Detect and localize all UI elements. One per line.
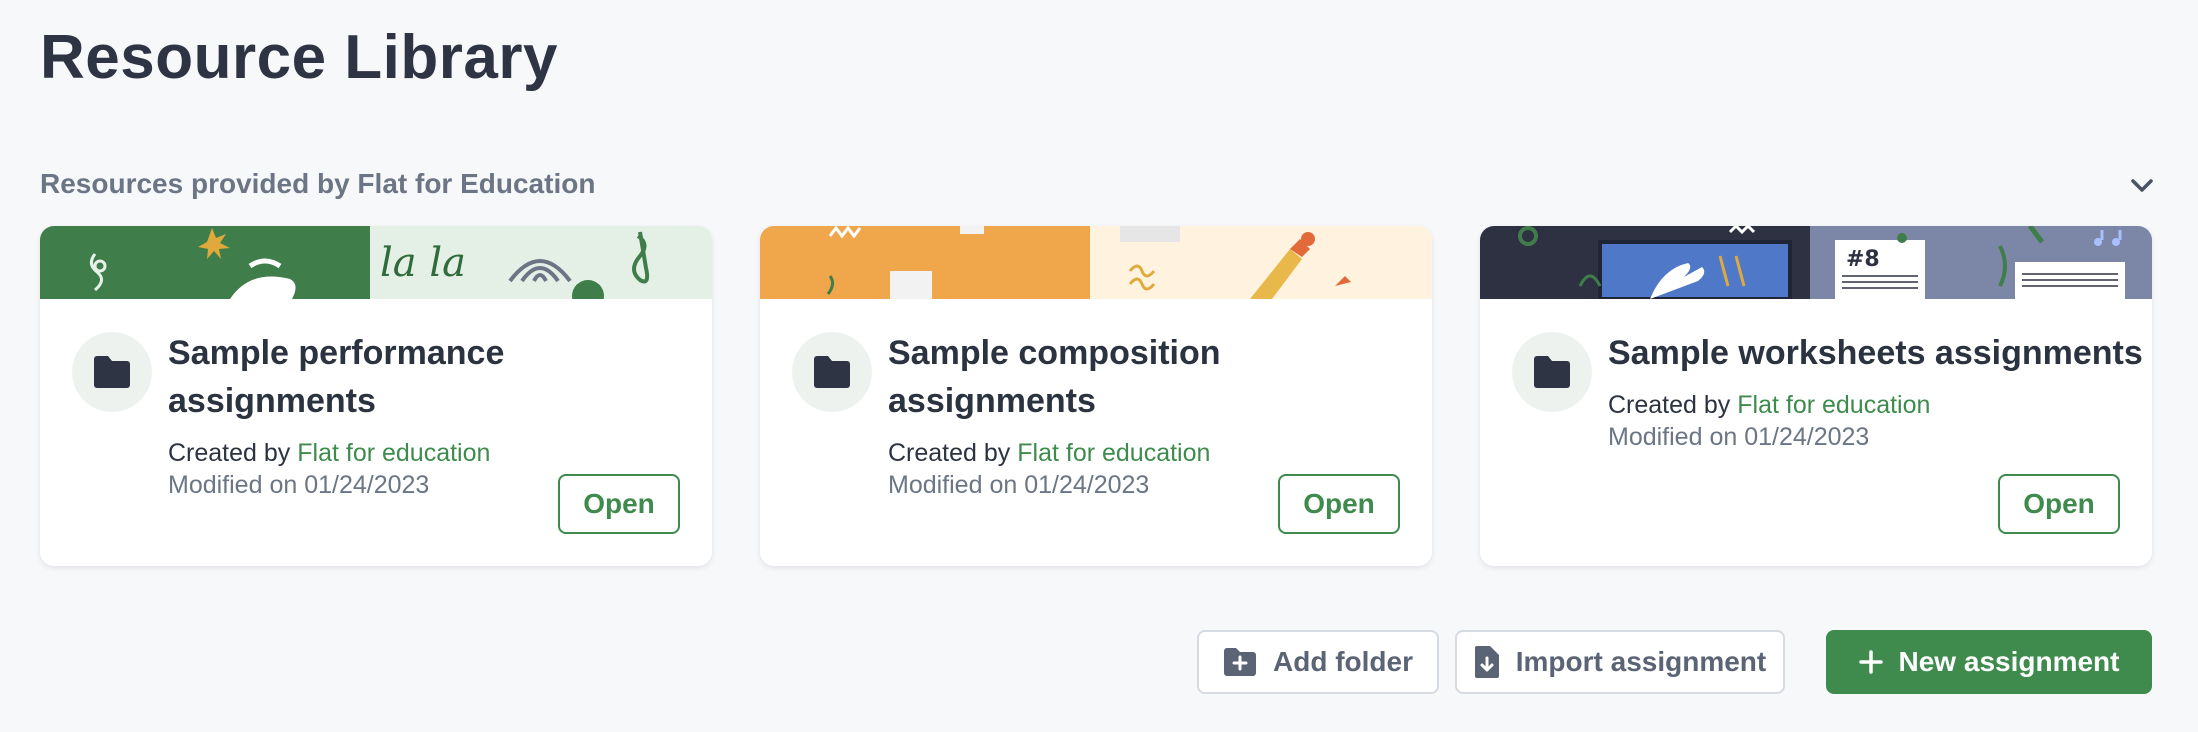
banner-text: la la	[380, 240, 466, 286]
card-banner-illustration	[760, 226, 1432, 299]
folder-icon	[1534, 356, 1570, 388]
created-by-label: Created by	[168, 439, 291, 467]
created-by-label: Created by	[1608, 391, 1731, 419]
created-by-label: Created by	[888, 439, 1011, 467]
card-created-by: Created by Flat for education	[1608, 389, 1930, 421]
new-assignment-label: New assignment	[1898, 646, 2120, 677]
folder-badge	[72, 332, 152, 412]
card-modified-date: Modified on 01/24/2023	[1608, 423, 1870, 451]
section-title: Resources provided by Flat for Education	[40, 168, 596, 199]
open-button[interactable]: Open	[558, 474, 680, 534]
add-folder-button[interactable]: Add folder	[1197, 630, 1439, 694]
add-folder-label: Add folder	[1273, 646, 1413, 677]
add-folder-icon	[1223, 647, 1257, 677]
resource-card: la la Sample performance assignments Cre…	[40, 226, 712, 566]
card-modified-date: Modified on 01/24/2023	[168, 471, 430, 499]
card-banner-illustration: #8	[1480, 226, 2152, 299]
card-title[interactable]: Sample worksheets assignments	[1608, 329, 2148, 377]
import-assignment-button[interactable]: Import assignment	[1455, 630, 1785, 694]
author-link[interactable]: Flat for education	[297, 439, 490, 467]
resource-card: Sample composition assignments Created b…	[760, 226, 1432, 566]
card-title[interactable]: Sample performance assignments	[168, 329, 678, 425]
import-assignment-label: Import assignment	[1515, 646, 1767, 677]
card-banner-illustration: la la	[40, 226, 712, 299]
folder-badge	[792, 332, 872, 412]
plus-icon	[1858, 650, 1883, 674]
folder-icon	[814, 356, 850, 388]
page-title: Resource Library	[40, 23, 558, 92]
chevron-down-icon	[2131, 179, 2153, 192]
section-header: Resources provided by Flat for Education	[40, 168, 2160, 204]
new-assignment-button[interactable]: New assignment	[1826, 630, 2152, 694]
author-link[interactable]: Flat for education	[1017, 439, 1210, 467]
card-created-by: Created by Flat for education	[168, 437, 490, 469]
file-import-icon	[1474, 645, 1500, 679]
author-link[interactable]: Flat for education	[1737, 391, 1930, 419]
collapse-section-button[interactable]	[2124, 168, 2160, 204]
resource-card: #8 Sample worksheets assignments Created…	[1480, 226, 2152, 566]
folder-icon	[94, 356, 130, 388]
open-button[interactable]: Open	[1278, 474, 1400, 534]
folder-badge	[1512, 332, 1592, 412]
card-created-by: Created by Flat for education	[888, 437, 1210, 469]
card-modified-date: Modified on 01/24/2023	[888, 471, 1150, 499]
open-button[interactable]: Open	[1998, 474, 2120, 534]
banner-text: #8	[1846, 247, 1880, 272]
card-title[interactable]: Sample composition assignments	[888, 329, 1398, 425]
